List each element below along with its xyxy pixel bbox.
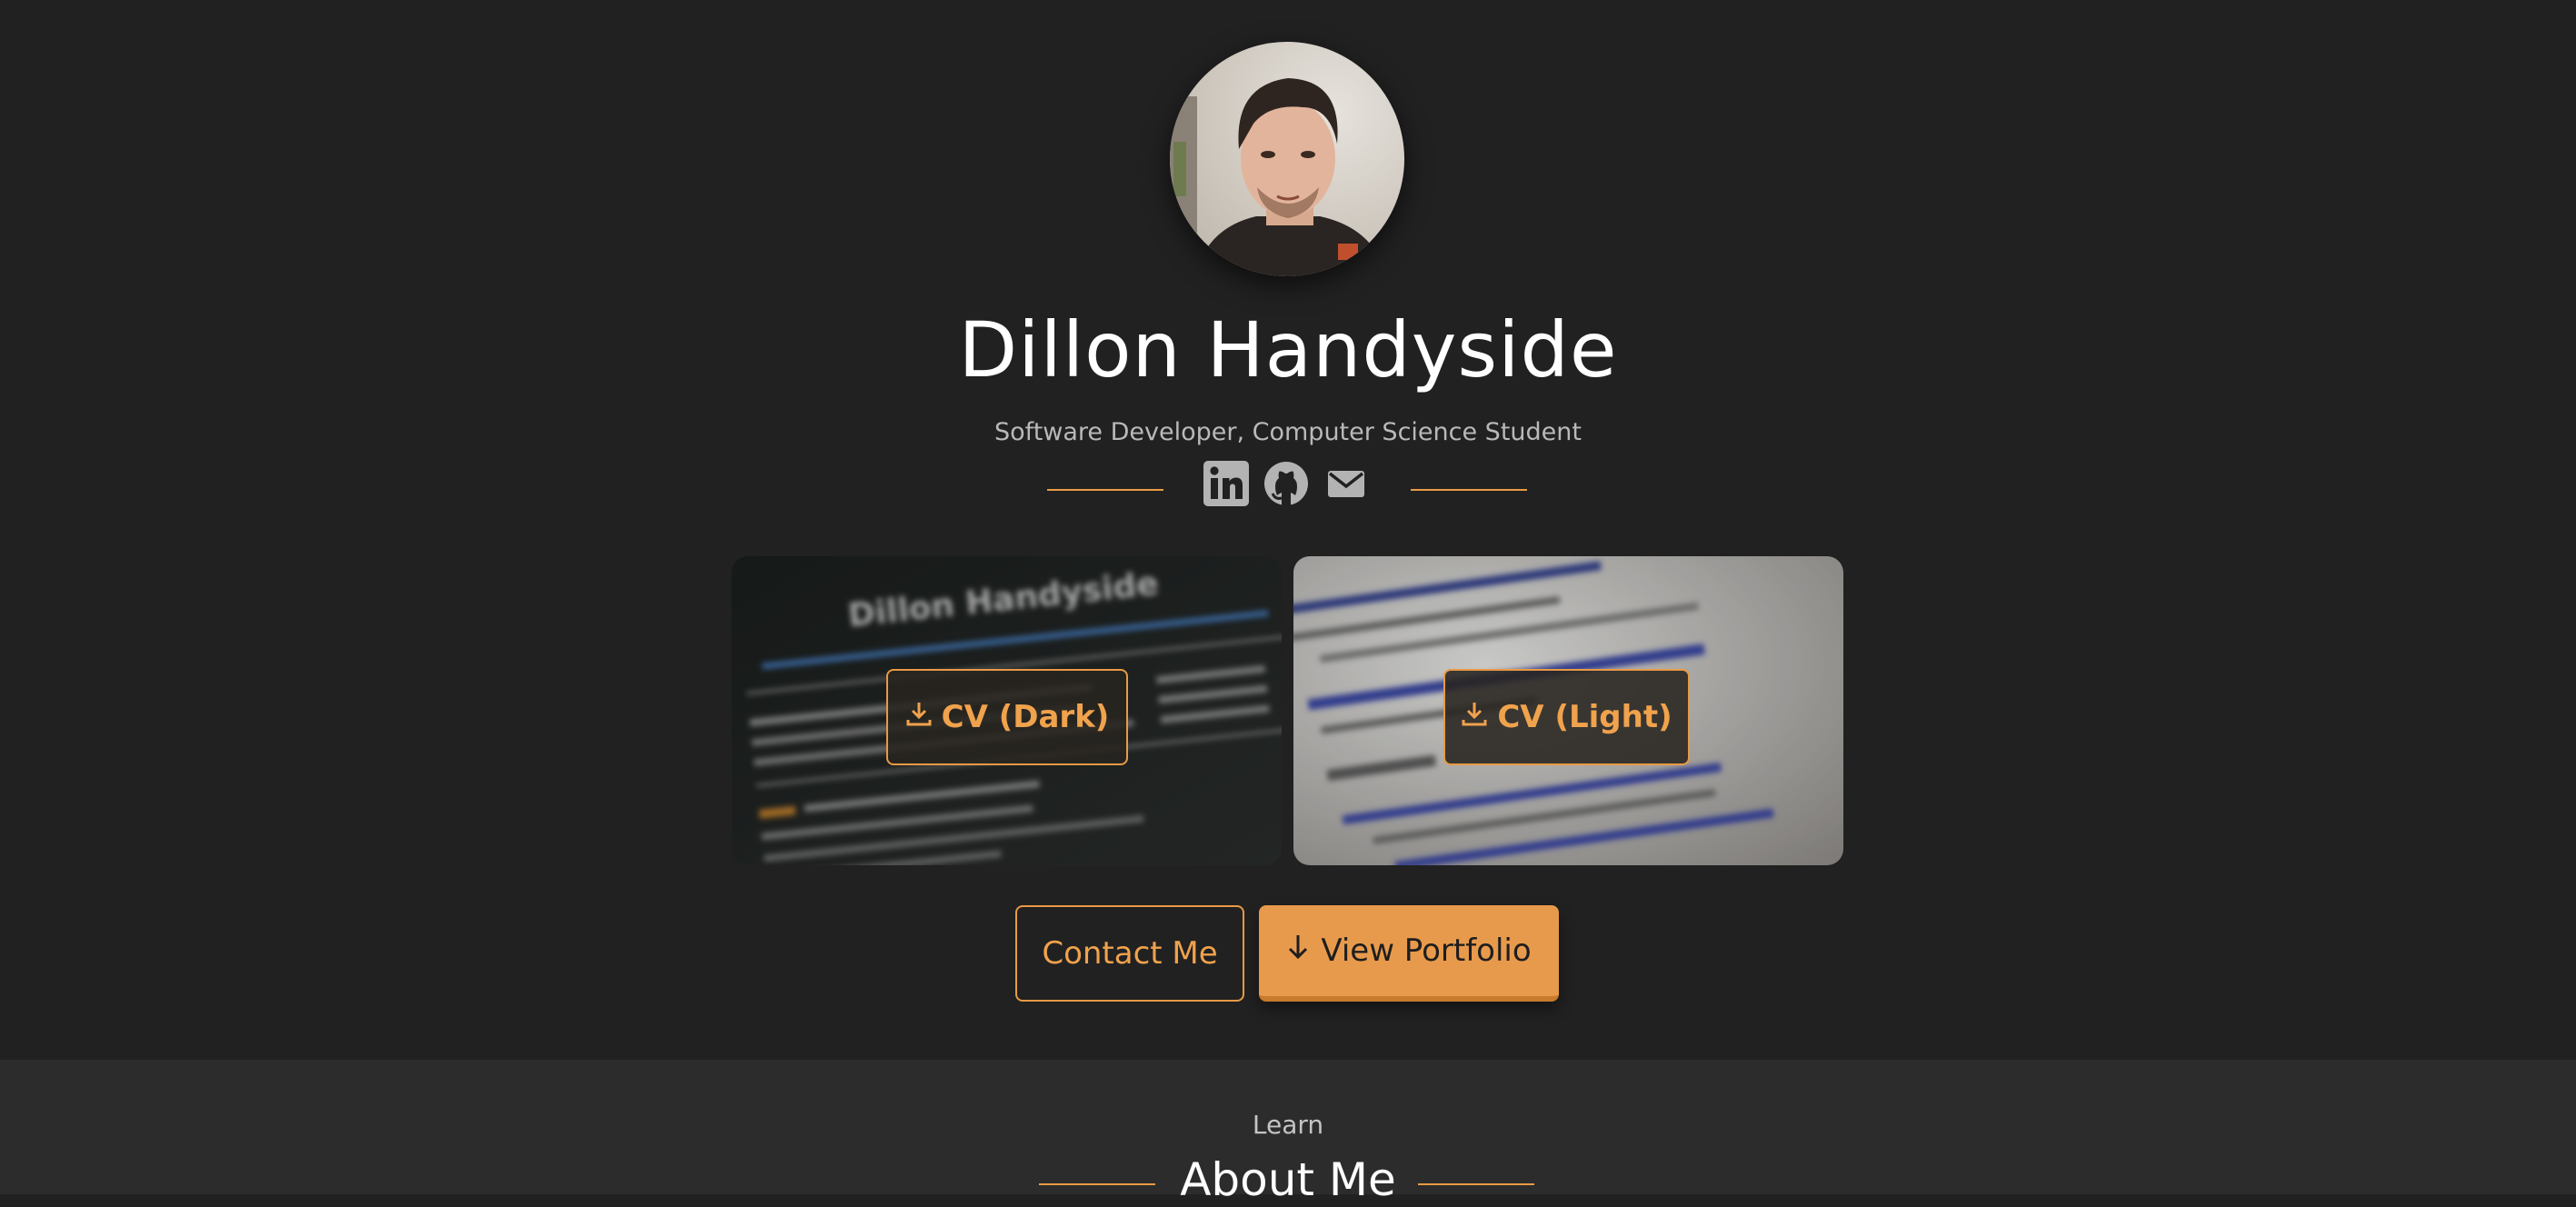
linkedin-link[interactable] [1202,461,1251,510]
profile-tagline: Software Developer, Computer Science Stu… [994,418,1582,446]
arrow-down-icon [1286,933,1310,969]
cv-dark-label: CV (Dark) [941,699,1110,735]
email-link[interactable] [1322,461,1371,510]
section-title: About Me [1180,1153,1396,1206]
divider-right [1411,489,1527,491]
cv-light-label: CV (Light) [1497,699,1672,735]
github-link[interactable] [1262,461,1311,510]
hero-section: Dillon Handyside Software Developer, Com… [0,0,2576,1060]
cv-dark-button[interactable]: CV (Dark) [886,669,1128,765]
view-portfolio-button[interactable]: View Portfolio [1259,905,1559,1002]
contact-me-button[interactable]: Contact Me [1015,905,1244,1002]
view-portfolio-label: View Portfolio [1321,933,1532,969]
mail-icon [1323,461,1369,510]
linkedin-icon [1203,461,1249,510]
download-icon [905,699,933,735]
avatar [1170,42,1404,276]
contact-me-label: Contact Me [1042,935,1218,972]
section-kicker: Learn [1252,1110,1324,1140]
github-icon [1263,461,1309,510]
social-links [1202,460,1371,511]
cv-light-button[interactable]: CV (Light) [1443,669,1690,765]
download-icon [1461,699,1488,735]
divider-left [1047,489,1163,491]
profile-name: Dillon Handyside [958,305,1618,394]
